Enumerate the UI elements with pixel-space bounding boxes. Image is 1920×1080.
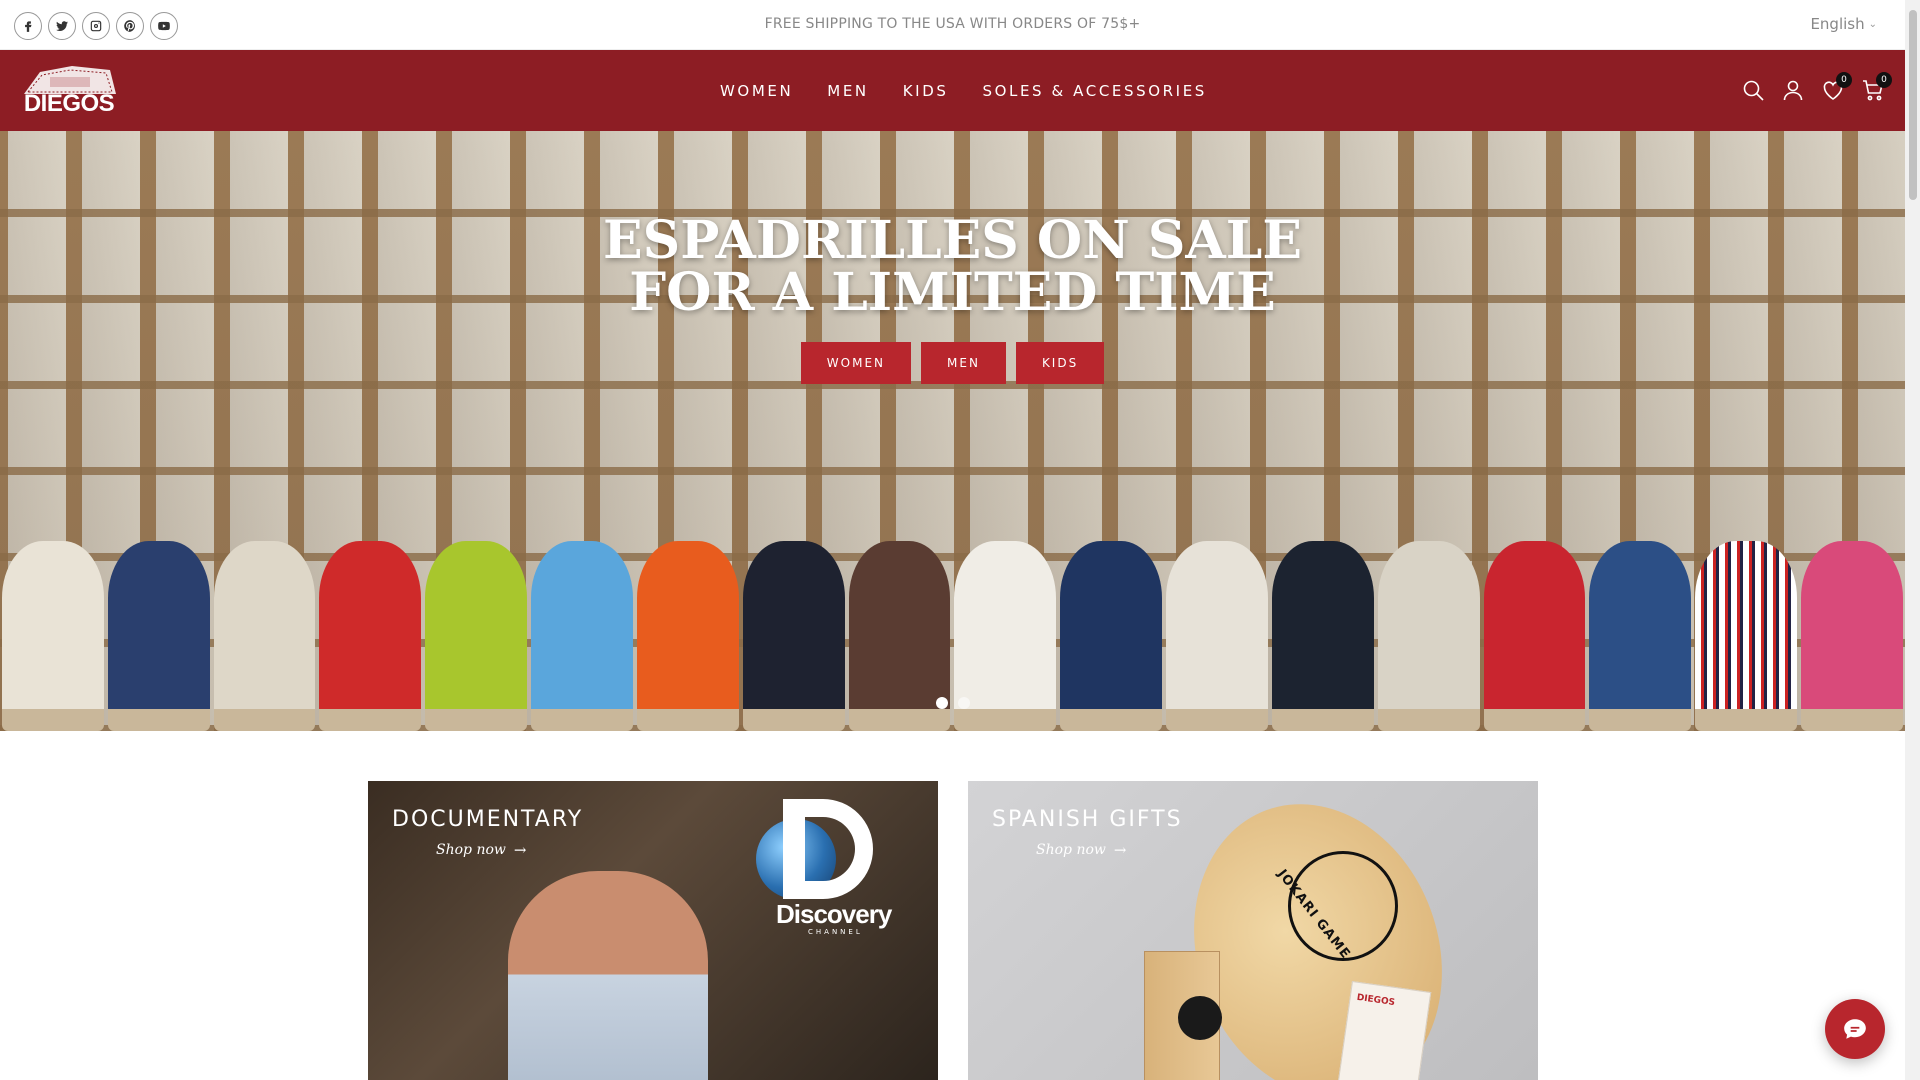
documentary-tile[interactable]: Discovery CHANNEL DOCUMENTARY Shop now →	[368, 781, 938, 1080]
account-icon[interactable]	[1781, 78, 1805, 102]
arrow-right-icon: →	[513, 841, 527, 859]
main-header: DIEGOS WOMEN MEN KIDS SOLES & ACCESSORIE…	[0, 50, 1905, 131]
hero-slider: ESPADRILLES ON SALE FOR A LIMITED TIME W…	[0, 131, 1905, 731]
documentary-shop-now-link[interactable]: Shop now →	[436, 841, 526, 859]
discovery-logo-icon	[783, 799, 873, 899]
slider-dot-1[interactable]	[935, 697, 948, 709]
hero-kids-button[interactable]: KIDS	[1015, 342, 1105, 384]
hero-men-button[interactable]: MEN	[921, 342, 1006, 384]
jokari-card-image: DIEGOS	[1336, 980, 1432, 1080]
slider-dots	[0, 697, 1905, 709]
main-nav: WOMEN MEN KIDS SOLES & ACCESSORIES	[720, 82, 1207, 100]
spanish-gifts-shop-now-link[interactable]: Shop now →	[1036, 841, 1126, 859]
chevron-down-icon: ⌄	[1868, 18, 1877, 30]
slider-dot-2[interactable]	[957, 697, 970, 709]
chat-bubble-icon	[1844, 1019, 1866, 1039]
search-icon[interactable]	[1741, 78, 1765, 102]
discovery-brand-text: Discovery	[776, 899, 892, 929]
documentary-photo	[508, 871, 708, 1080]
jokari-ball-image	[1178, 996, 1222, 1040]
top-announcement-bar: FREE SHIPPING TO THE USA WITH ORDERS OF …	[0, 0, 1905, 50]
shop-now-label: Shop now	[436, 842, 506, 858]
hero-title-line-2: FOR A LIMITED TIME	[629, 262, 1276, 323]
cart-count-badge: 0	[1876, 72, 1892, 88]
spanish-gifts-tile[interactable]: JOKARI GAME DIEGOS SPANISH GIFTS Shop no…	[968, 781, 1538, 1080]
hero-title-line-1: ESPADRILLES ON SALE	[603, 210, 1302, 271]
hero-title: ESPADRILLES ON SALE FOR A LIMITED TIME	[0, 215, 1905, 319]
nav-soles-accessories[interactable]: SOLES & ACCESSORIES	[982, 82, 1206, 100]
hero-buttons: WOMEN MEN KIDS	[0, 342, 1905, 384]
card-title: DIEGOS	[1356, 992, 1396, 1009]
cart-icon[interactable]: 0	[1861, 72, 1892, 102]
nav-kids[interactable]: KIDS	[903, 82, 949, 100]
language-selector[interactable]: English ⌄	[1810, 15, 1877, 33]
language-label: English	[1810, 15, 1865, 33]
nav-women[interactable]: WOMEN	[720, 82, 793, 100]
page-scrollbar[interactable]	[1905, 0, 1920, 1080]
scrollbar-thumb[interactable]	[1909, 10, 1917, 200]
logo-text: DIEGOS	[23, 90, 115, 117]
shop-now-label: Shop now	[1036, 842, 1106, 858]
arrow-right-icon: →	[1113, 841, 1127, 859]
wishlist-count-badge: 0	[1836, 72, 1852, 88]
header-actions: 0 0	[1741, 72, 1892, 102]
discovery-channel-text: CHANNEL	[808, 928, 863, 936]
nav-men[interactable]: MEN	[827, 82, 868, 100]
chat-button[interactable]	[1825, 999, 1885, 1059]
tile-title: SPANISH GIFTS	[992, 807, 1183, 832]
tile-title: DOCUMENTARY	[392, 807, 584, 832]
hero-women-button[interactable]: WOMEN	[800, 342, 912, 384]
shipping-announcement: FREE SHIPPING TO THE USA WITH ORDERS OF …	[764, 16, 1141, 32]
wishlist-icon[interactable]: 0	[1821, 72, 1852, 102]
diegos-logo[interactable]: DIEGOS	[20, 62, 118, 118]
